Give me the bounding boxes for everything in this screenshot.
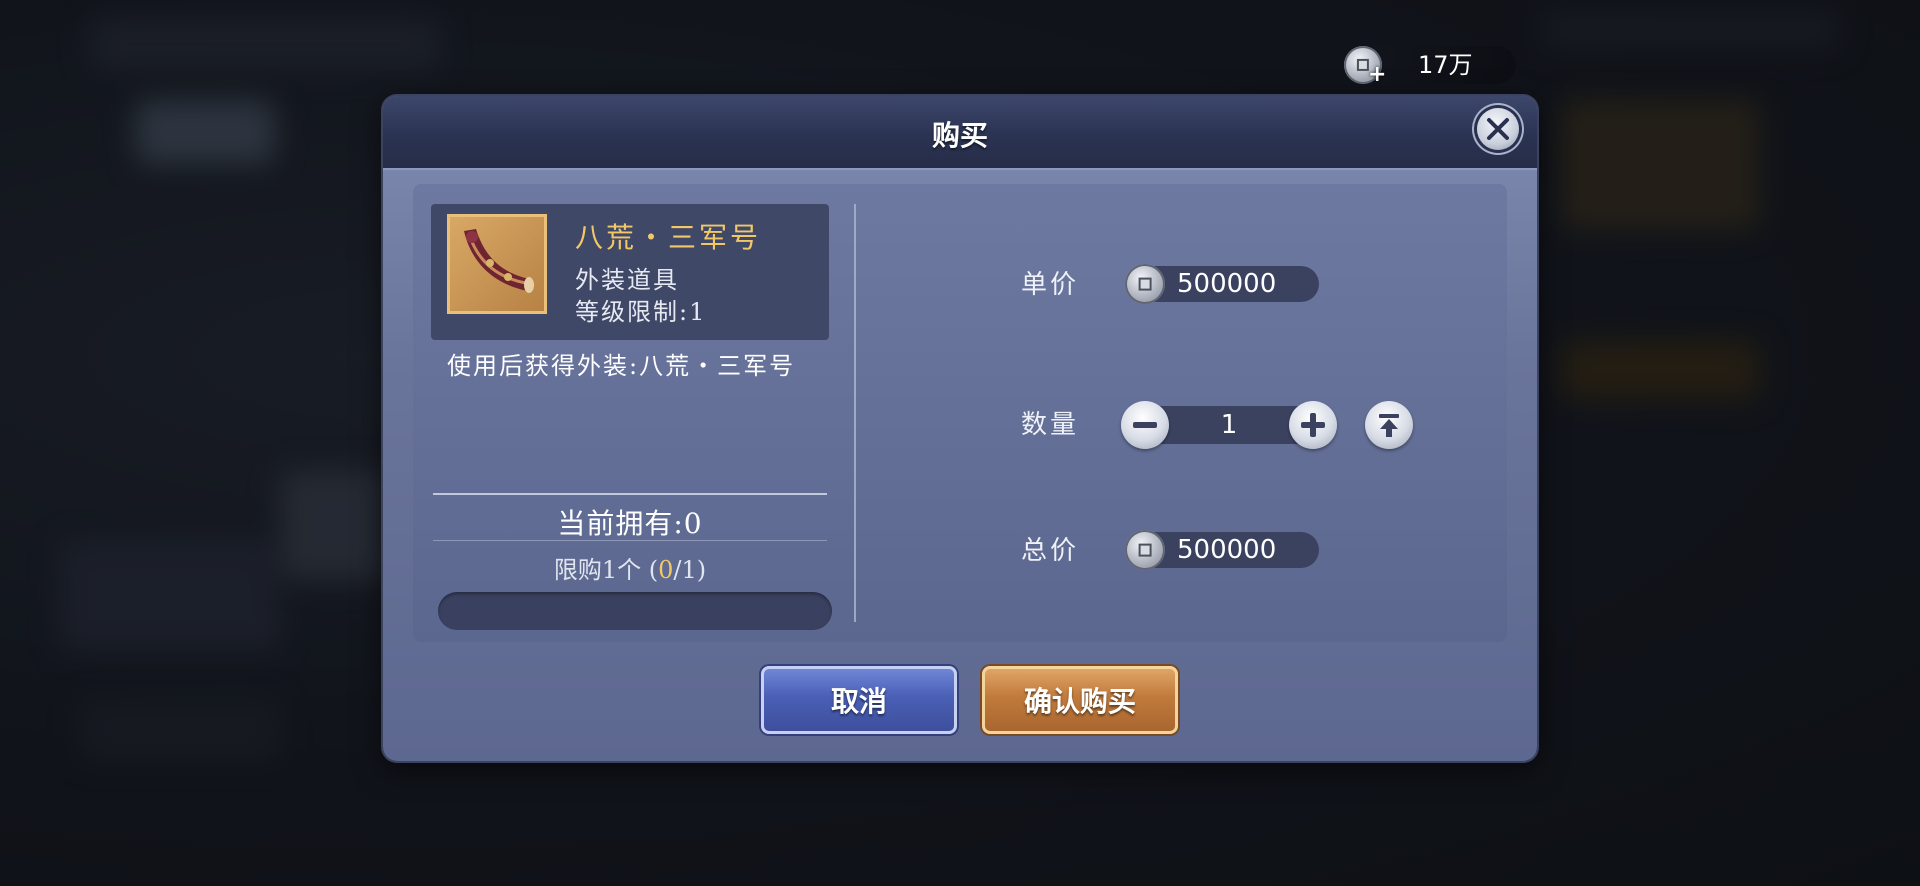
close-button[interactable]: [1477, 108, 1519, 150]
item-type: 外装道具: [575, 266, 679, 294]
currency-amount: 17万: [1418, 51, 1473, 79]
unit-price-field: 500000: [1125, 264, 1319, 304]
total-price-field: 500000: [1125, 530, 1319, 570]
item-name: 八荒・三军号: [575, 221, 762, 254]
item-level-requirement: 等级限制:1: [575, 298, 707, 326]
confirm-purchase-button[interactable]: 确认购买: [982, 666, 1178, 734]
dialog-title: 购买: [931, 119, 988, 152]
unit-price-label: 单价: [1021, 270, 1080, 300]
quantity-value[interactable]: 1: [1169, 406, 1289, 444]
vertical-divider: [854, 204, 856, 622]
increase-quantity-button[interactable]: [1289, 401, 1337, 449]
content-panel: 八荒・三军号 外装道具 等级限制:1 使用后获得外装:八荒・三军号 当前拥有:0…: [413, 184, 1507, 642]
purchase-limit-bar: [438, 592, 832, 630]
max-quantity-button[interactable]: [1365, 401, 1413, 449]
decrease-quantity-button[interactable]: [1121, 401, 1169, 449]
dialog-header: 购买: [383, 96, 1537, 170]
cancel-button[interactable]: 取消: [761, 666, 957, 734]
owned-count: 当前拥有:0: [557, 507, 703, 540]
total-price-label: 总价: [1021, 536, 1080, 566]
coin-icon: [1125, 530, 1165, 570]
purchase-limit: 限购1个 (0/1): [433, 550, 827, 585]
plus-icon: [1301, 413, 1325, 437]
coin-icon: [1125, 264, 1165, 304]
limit-current: 0: [658, 556, 674, 584]
max-icon: [1379, 414, 1399, 437]
divider: [433, 493, 827, 495]
limit-suffix: /1): [673, 556, 707, 584]
total-price-value: 500000: [1177, 535, 1277, 565]
minus-icon: [1133, 422, 1157, 428]
limit-prefix: 限购1个 (: [553, 556, 659, 584]
plus-icon[interactable]: +: [1368, 64, 1386, 86]
quantity-label: 数量: [1021, 410, 1080, 440]
unit-price-value: 500000: [1177, 269, 1277, 299]
purchase-dialog: 购买 八荒・三军号 外装道具 等级限制:1 使用后获得外装:八荒・三军号 当前拥…: [383, 96, 1537, 761]
item-description: 使用后获得外装:八荒・三军号: [447, 352, 796, 380]
currency-display[interactable]: + 17万: [1344, 46, 1516, 86]
divider: [433, 540, 827, 541]
close-icon: [1487, 118, 1509, 140]
horn-icon: [447, 214, 547, 314]
item-card: 八荒・三军号 外装道具 等级限制:1: [431, 204, 829, 340]
